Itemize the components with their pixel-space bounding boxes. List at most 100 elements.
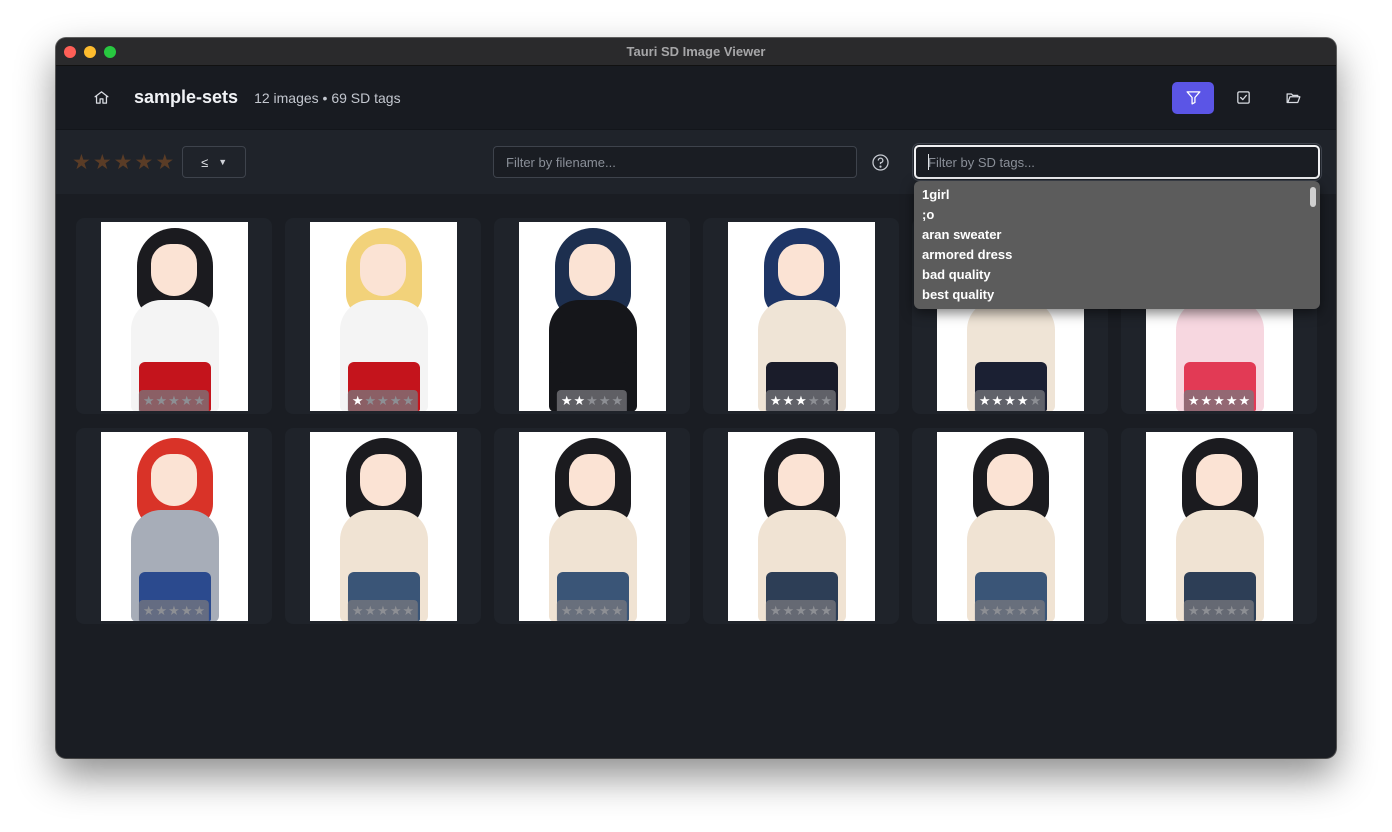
rating-star-icon[interactable]: ★ [1004, 391, 1016, 410]
rating-star-icon[interactable]: ★ [193, 601, 205, 620]
rating-star-icon[interactable]: ★ [561, 601, 573, 620]
filter-toggle-button[interactable] [1172, 81, 1214, 114]
rating-star-icon[interactable]: ★ [1188, 601, 1200, 620]
rating-star-icon[interactable]: ★ [599, 601, 611, 620]
rating-star-icon[interactable]: ★ [574, 601, 586, 620]
rating-star-icon[interactable]: ★ [390, 391, 402, 410]
tag-suggestion-item[interactable]: armored dress [922, 245, 1312, 265]
tag-suggestion-item[interactable]: aran sweater [922, 225, 1312, 245]
rating-star-icon[interactable]: ★ [402, 391, 414, 410]
rating-star-icon[interactable]: ★ [820, 391, 832, 410]
rating-star-icon[interactable]: ★ [770, 601, 782, 620]
image-thumbnail[interactable]: ★ ★ ★ ★ ★ [936, 431, 1084, 621]
image-thumbnail[interactable]: ★ ★ ★ ★ ★ [1145, 431, 1293, 621]
rating-star-icon[interactable]: ★ [1004, 601, 1016, 620]
tag-suggestion-item[interactable]: ;o [922, 205, 1312, 225]
rating-operator-select[interactable]: ≤ ▼ [182, 146, 247, 178]
rating-star-icon[interactable]: ★ [992, 391, 1004, 410]
rating-star-icon[interactable]: ★ [795, 391, 807, 410]
rating-star-icon[interactable]: ★ [783, 601, 795, 620]
image-card[interactable]: ★ ★ ★ ★ ★ [703, 428, 899, 624]
rating-star-icon[interactable]: ★ [181, 601, 193, 620]
open-folder-button[interactable] [1272, 82, 1314, 114]
image-thumbnail[interactable]: ★ ★ ★ ★ ★ [727, 431, 875, 621]
maximize-window-button[interactable] [104, 46, 116, 58]
image-card[interactable]: ★ ★ ★ ★ ★ [494, 428, 690, 624]
tag-suggestion-item[interactable]: best quality [922, 285, 1312, 305]
image-thumbnail[interactable]: ★ ★ ★ ★ ★ [518, 431, 666, 621]
rating-star-icon[interactable]: ★ [586, 391, 598, 410]
rating-star-icon[interactable]: ★ [808, 391, 820, 410]
image-card[interactable]: ★ ★ ★ ★ ★ [494, 218, 690, 414]
image-thumbnail[interactable]: ★ ★ ★ ★ ★ [100, 431, 248, 621]
image-thumbnail[interactable]: ★ ★ ★ ★ ★ [727, 221, 875, 411]
rating-star-icon[interactable]: ★ [365, 391, 377, 410]
rating-filter-star-3[interactable]: ★ [114, 152, 133, 173]
rating-star-icon[interactable]: ★ [1226, 391, 1238, 410]
rating-star-icon[interactable]: ★ [143, 601, 155, 620]
rating-star-icon[interactable]: ★ [168, 601, 180, 620]
rating-star-icon[interactable]: ★ [1213, 391, 1225, 410]
rating-star-icon[interactable]: ★ [795, 601, 807, 620]
rating-star-icon[interactable]: ★ [770, 391, 782, 410]
rating-star-icon[interactable]: ★ [402, 601, 414, 620]
rating-star-icon[interactable]: ★ [181, 391, 193, 410]
rating-star-icon[interactable]: ★ [599, 391, 611, 410]
rating-star-icon[interactable]: ★ [1238, 601, 1250, 620]
image-card[interactable]: ★ ★ ★ ★ ★ [285, 428, 481, 624]
rating-star-icon[interactable]: ★ [1017, 391, 1029, 410]
rating-star-icon[interactable]: ★ [1238, 391, 1250, 410]
sd-tags-filter-input[interactable] [912, 143, 1322, 181]
rating-star-icon[interactable]: ★ [193, 391, 205, 410]
rating-filter-star-5[interactable]: ★ [155, 152, 174, 173]
rating-star-icon[interactable]: ★ [143, 391, 155, 410]
home-button[interactable] [80, 82, 122, 114]
rating-star-icon[interactable]: ★ [561, 391, 573, 410]
rating-star-icon[interactable]: ★ [390, 601, 402, 620]
image-card[interactable]: ★ ★ ★ ★ ★ [1121, 428, 1317, 624]
rating-star-icon[interactable]: ★ [1201, 391, 1213, 410]
rating-star-icon[interactable]: ★ [820, 601, 832, 620]
tag-suggestion-item[interactable]: bad quality [922, 265, 1312, 285]
image-thumbnail[interactable]: ★ ★ ★ ★ ★ [309, 431, 457, 621]
rating-filter-star-1[interactable]: ★ [72, 152, 91, 173]
rating-star-icon[interactable]: ★ [1201, 601, 1213, 620]
image-card[interactable]: ★ ★ ★ ★ ★ [703, 218, 899, 414]
image-card[interactable]: ★ ★ ★ ★ ★ [76, 218, 272, 414]
image-thumbnail[interactable]: ★ ★ ★ ★ ★ [100, 221, 248, 411]
rating-star-icon[interactable]: ★ [156, 391, 168, 410]
rating-star-icon[interactable]: ★ [1213, 601, 1225, 620]
rating-star-icon[interactable]: ★ [1017, 601, 1029, 620]
rating-star-icon[interactable]: ★ [1029, 391, 1041, 410]
rating-filter[interactable]: ★ ★ ★ ★ ★ [72, 152, 174, 173]
image-card[interactable]: ★ ★ ★ ★ ★ [912, 428, 1108, 624]
rating-star-icon[interactable]: ★ [377, 601, 389, 620]
image-card[interactable]: ★ ★ ★ ★ ★ [76, 428, 272, 624]
image-thumbnail[interactable]: ★ ★ ★ ★ ★ [309, 221, 457, 411]
rating-star-icon[interactable]: ★ [611, 391, 623, 410]
rating-star-icon[interactable]: ★ [1226, 601, 1238, 620]
close-window-button[interactable] [64, 46, 76, 58]
tag-suggestion-item[interactable]: 1girl [922, 185, 1312, 205]
rating-filter-star-2[interactable]: ★ [93, 152, 112, 173]
rating-star-icon[interactable]: ★ [979, 601, 991, 620]
rating-star-icon[interactable]: ★ [156, 601, 168, 620]
rating-star-icon[interactable]: ★ [1029, 601, 1041, 620]
rating-star-icon[interactable]: ★ [1188, 391, 1200, 410]
rating-filter-star-4[interactable]: ★ [134, 152, 153, 173]
image-thumbnail[interactable]: ★ ★ ★ ★ ★ [518, 221, 666, 411]
rating-star-icon[interactable]: ★ [783, 391, 795, 410]
rating-star-icon[interactable]: ★ [365, 601, 377, 620]
image-card[interactable]: ★ ★ ★ ★ ★ [285, 218, 481, 414]
rating-star-icon[interactable]: ★ [586, 601, 598, 620]
rating-star-icon[interactable]: ★ [352, 391, 364, 410]
rating-star-icon[interactable]: ★ [808, 601, 820, 620]
rating-star-icon[interactable]: ★ [611, 601, 623, 620]
help-button[interactable] [871, 153, 890, 172]
dropdown-scrollbar[interactable] [1310, 187, 1316, 207]
minimize-window-button[interactable] [84, 46, 96, 58]
rating-star-icon[interactable]: ★ [377, 391, 389, 410]
select-mode-button[interactable] [1222, 82, 1264, 114]
rating-star-icon[interactable]: ★ [979, 391, 991, 410]
rating-star-icon[interactable]: ★ [574, 391, 586, 410]
